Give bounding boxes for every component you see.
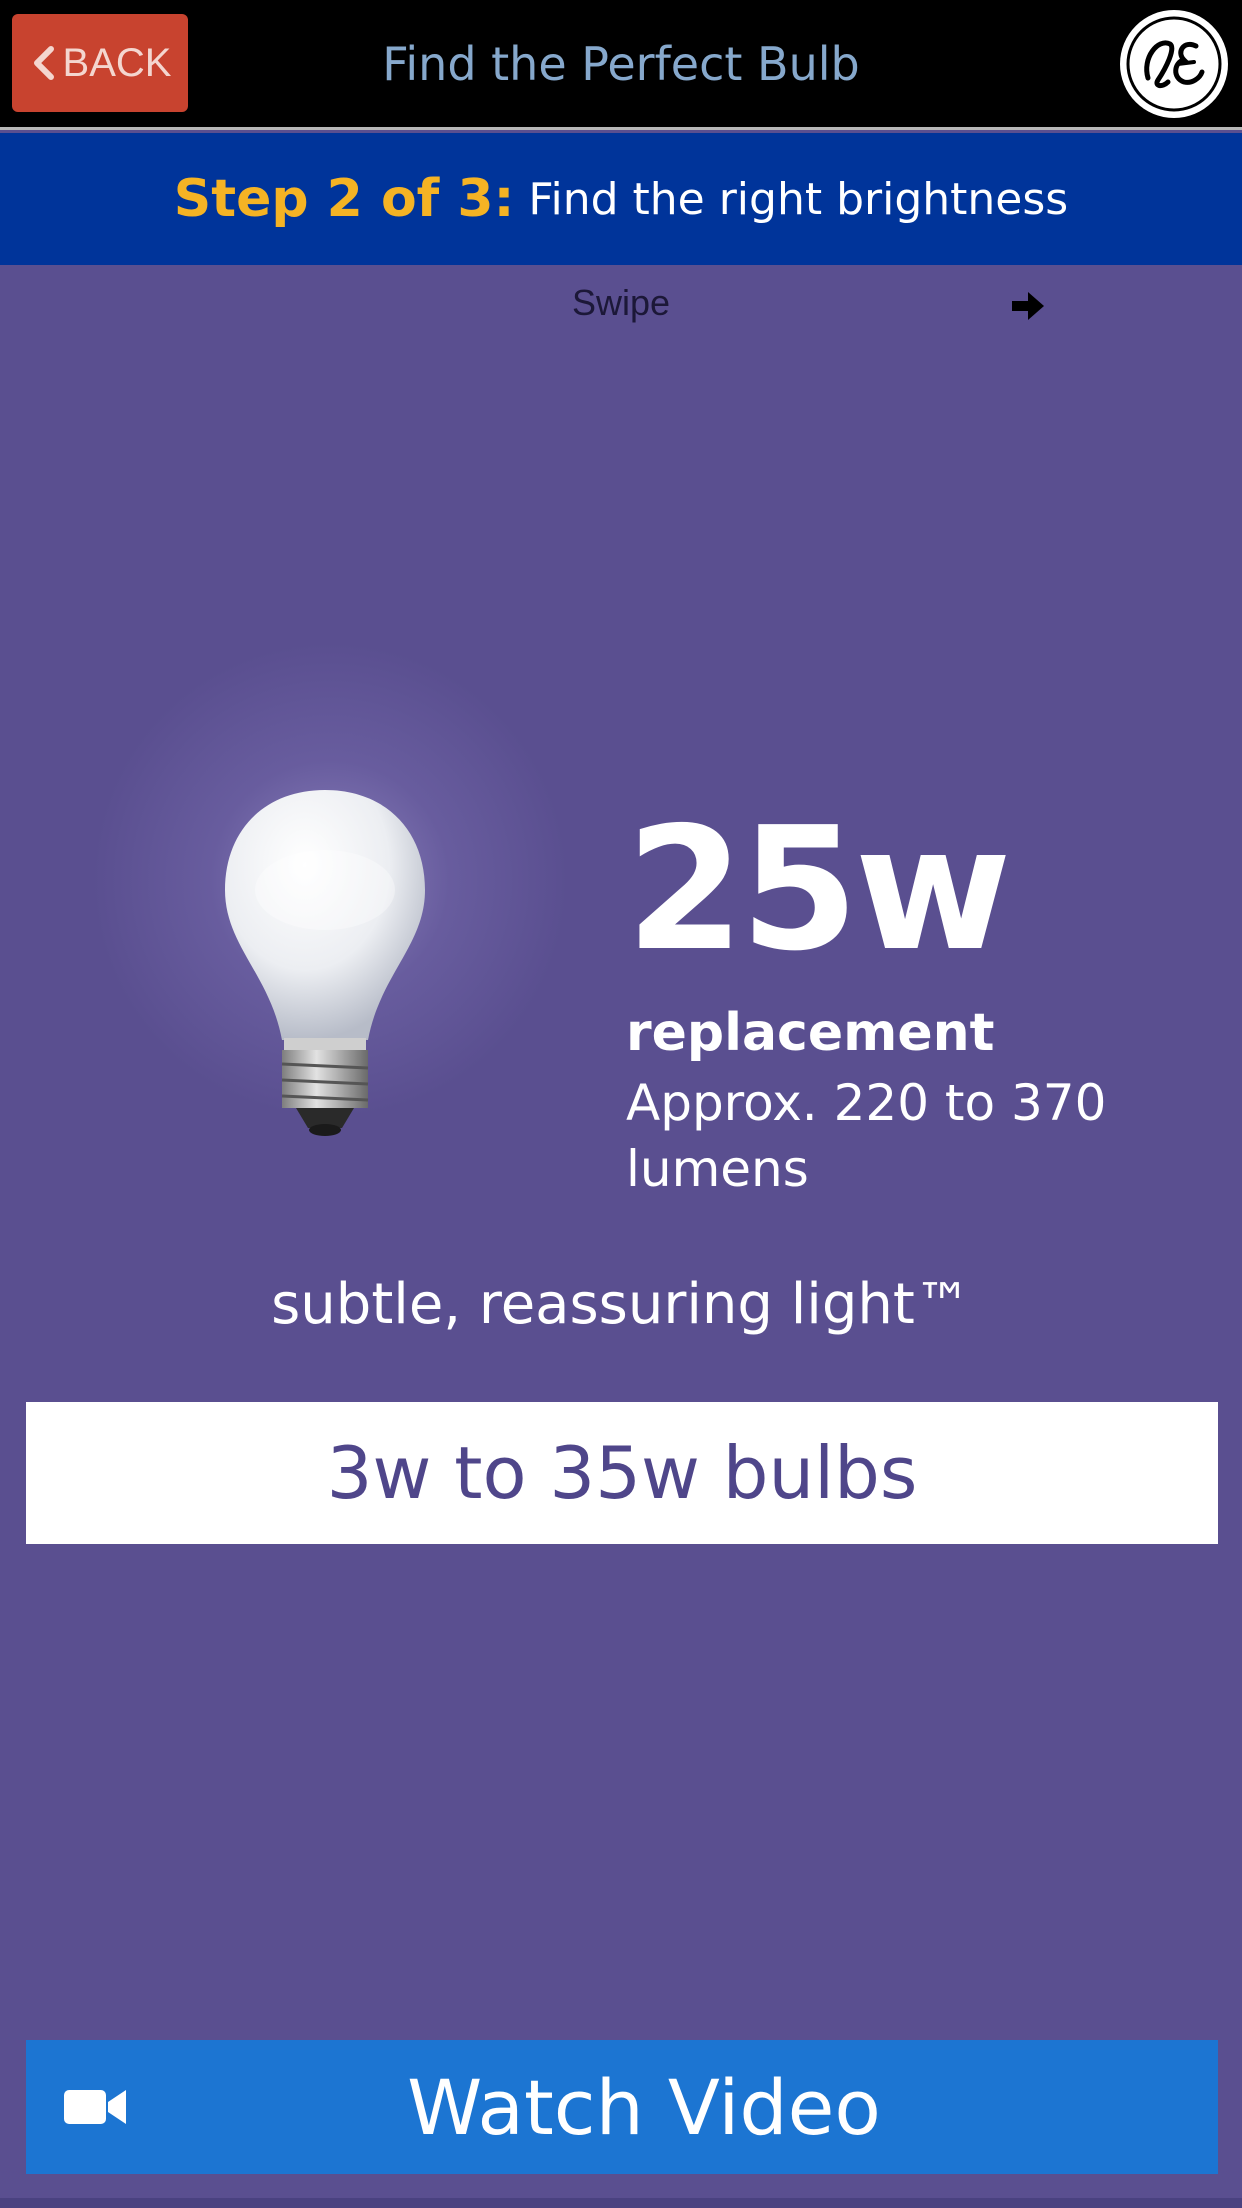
chevron-left-icon <box>33 46 54 80</box>
step-banner: Step 2 of 3: Find the right brightness <box>0 133 1242 265</box>
arrow-right-icon[interactable] <box>1010 290 1046 322</box>
swipe-label: Swipe <box>571 282 671 323</box>
video-camera-icon <box>64 2090 126 2124</box>
swipe-hint[interactable]: Swipe <box>0 282 1242 332</box>
bottom-divider <box>0 2198 1242 2208</box>
watch-video-label: Watch Video <box>407 2062 881 2152</box>
watch-video-button[interactable]: Watch Video <box>26 2040 1218 2174</box>
app-header: BACK Find the Perfect Bulb <box>0 0 1242 130</box>
light-bulb-image <box>225 790 425 1136</box>
back-button[interactable]: BACK <box>12 14 188 112</box>
step-text: Find the right brightness <box>528 173 1069 225</box>
page-title: Find the Perfect Bulb <box>382 37 860 91</box>
replacement-label: replacement <box>626 1003 995 1063</box>
wattage-value: 25w <box>626 791 1012 989</box>
lumens-line-2: lumens <box>626 1140 809 1198</box>
lumens-line-1: Approx. 220 to 370 <box>626 1074 1107 1132</box>
lumens-range: Approx. 220 to 370 lumens <box>626 1070 1186 1202</box>
back-button-label: BACK <box>62 40 172 85</box>
bulb-range-button[interactable]: 3w to 35w bulbs <box>26 1402 1218 1544</box>
step-label: Step 2 of 3: <box>173 169 515 229</box>
ge-logo-icon[interactable] <box>1118 8 1230 120</box>
light-tagline: subtle, reassuring light™ <box>271 1272 971 1337</box>
